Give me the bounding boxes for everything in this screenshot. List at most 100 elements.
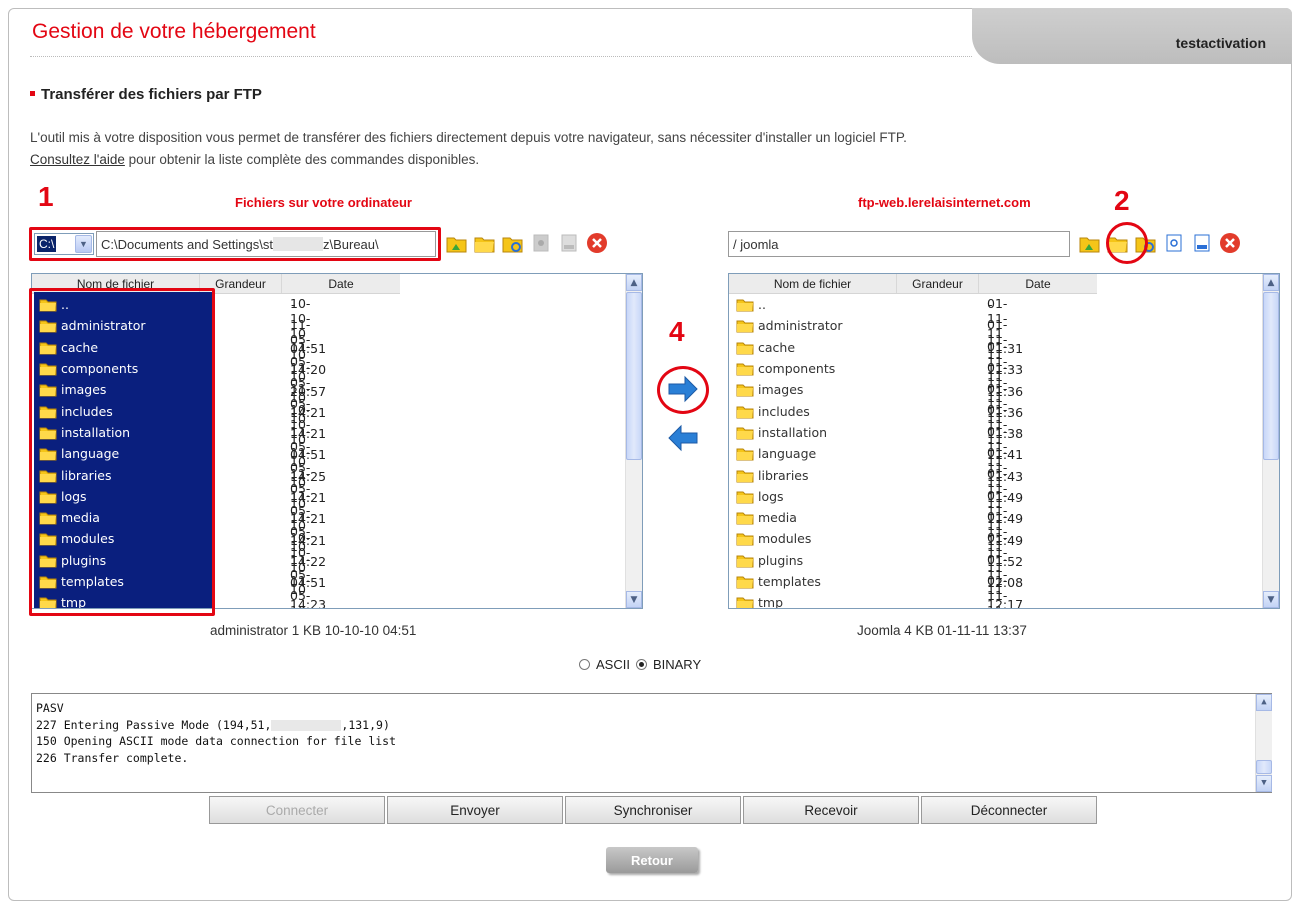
- list-item[interactable]: includes 01-11-11 11:38: [729, 381, 1023, 441]
- page-title: Gestion de votre hébergement: [32, 20, 316, 43]
- list-item[interactable]: modules 01-11-11 11:52: [729, 509, 1023, 569]
- remote-path-text: / joomla: [733, 236, 779, 252]
- remote-toolbar: [1078, 231, 1242, 255]
- file-name: templates: [758, 574, 821, 589]
- list-item[interactable]: cache 01-11-11 11:33: [729, 317, 1023, 377]
- column-date[interactable]: Date: [979, 274, 1097, 293]
- file-name: logs: [758, 488, 784, 504]
- connect-button: Connecter: [209, 796, 385, 824]
- sync-button[interactable]: Synchroniser: [565, 796, 741, 824]
- folder-icon: [736, 382, 754, 397]
- list-item[interactable]: tmp 01-11-11 12:17: [729, 573, 1007, 609]
- ftp-log[interactable]: PASV 227 Entering Passive Mode (194,51,,…: [31, 693, 1272, 793]
- column-name[interactable]: Nom de fichier: [729, 274, 897, 293]
- folder-icon: [736, 425, 754, 440]
- log-lines: PASV 227 Entering Passive Mode (194,51,,…: [36, 700, 396, 766]
- receive-button[interactable]: Recevoir: [743, 796, 919, 824]
- list-item[interactable]: media 01-11-11 11:49: [729, 488, 1023, 548]
- scroll-down-icon[interactable]: ▼: [1263, 591, 1279, 608]
- send-button[interactable]: Envoyer: [387, 796, 563, 824]
- binary-radio[interactable]: [635, 659, 647, 670]
- section-title-text: Transférer des fichiers par FTP: [41, 86, 262, 103]
- annotation-2: 2: [1114, 185, 1130, 216]
- list-item[interactable]: .. -: [729, 294, 993, 315]
- list-item[interactable]: plugins 01-11-11 12:08: [729, 530, 1023, 590]
- local-toolbar: [445, 231, 609, 255]
- log-line: PASV: [36, 701, 64, 715]
- log-line: 227 Entering Passive Mode (194,51, ,131,9…: [36, 717, 390, 732]
- scroll-down-icon[interactable]: ▼: [1256, 775, 1272, 792]
- view-icon[interactable]: [1162, 231, 1186, 255]
- file-name: cache: [758, 339, 796, 355]
- folder-icon: [736, 297, 754, 312]
- remote-scrollbar[interactable]: ▲ ▼: [1262, 274, 1279, 608]
- file-name: language: [758, 446, 817, 462]
- folder-icon: [736, 404, 754, 419]
- rename-icon[interactable]: [1190, 231, 1214, 255]
- file-name: ..: [758, 297, 766, 313]
- remote-file-list[interactable]: Nom de fichier Grandeur Date .. - administ…: [728, 273, 1280, 609]
- transfer-mode: ASCII BINARY: [579, 657, 701, 672]
- scroll-up-icon[interactable]: ▲: [626, 274, 642, 291]
- new-folder-icon[interactable]: [473, 231, 497, 255]
- folder-up-icon[interactable]: [445, 231, 469, 255]
- delete-icon[interactable]: [1218, 231, 1242, 255]
- folder-up-icon[interactable]: [1078, 231, 1102, 255]
- log-scrollbar[interactable]: ▲ ▼: [1255, 694, 1272, 792]
- remote-path-input[interactable]: / joomla: [728, 231, 1070, 257]
- scroll-thumb[interactable]: [1263, 292, 1279, 460]
- header-user-tab: testactivation: [972, 8, 1292, 64]
- file-name: tmp: [758, 595, 784, 609]
- local-scrollbar[interactable]: ▲ ▼: [625, 274, 642, 608]
- list-item[interactable]: images 01-11-11 11:36: [729, 360, 1023, 420]
- list-item[interactable]: components 01-11-11 11:36: [729, 339, 1023, 399]
- scroll-down-icon[interactable]: ▼: [626, 591, 642, 608]
- file-date: 11-05-10 14:23: [290, 572, 311, 608]
- scroll-up-icon[interactable]: ▲: [1263, 274, 1279, 291]
- list-item[interactable]: administrator 01-11-11 11:31: [729, 296, 1023, 356]
- file-name: installation: [758, 424, 828, 440]
- scroll-up-icon[interactable]: ▲: [1256, 694, 1272, 711]
- folder-icon: [736, 361, 754, 376]
- username: testactivation: [1175, 35, 1266, 51]
- binary-label: BINARY: [652, 657, 702, 672]
- ascii-radio[interactable]: [579, 659, 590, 670]
- scroll-thumb[interactable]: [626, 292, 642, 460]
- remote-status: Joomla 4 KB 01-11-11 13:37: [857, 623, 1027, 638]
- ip-mask: [271, 719, 342, 731]
- local-pane-label: Fichiers sur votre ordinateur: [235, 195, 412, 210]
- column-size[interactable]: Grandeur: [897, 274, 979, 293]
- list-item[interactable]: logs 01-11-11 11:49: [729, 466, 1023, 526]
- list-item[interactable]: libraries 01-11-11 11:49: [729, 445, 1023, 505]
- list-item[interactable]: templates 01-11-11 12:17: [729, 552, 1023, 608]
- file-name: modules: [758, 531, 812, 547]
- description-line1: L'outil mis à votre disposition vous per…: [30, 130, 907, 145]
- highlight-local-path: [29, 227, 441, 261]
- back-button[interactable]: Retour: [606, 847, 698, 873]
- download-arrow-icon[interactable]: [664, 422, 702, 454]
- help-link[interactable]: Consultez l'aide: [30, 152, 125, 167]
- folder-icon: [736, 531, 754, 546]
- log-line: 226 Transfer complete.: [36, 750, 189, 765]
- scroll-thumb[interactable]: [1256, 760, 1272, 774]
- header-divider: [30, 56, 972, 57]
- file-name: administrator: [758, 318, 843, 334]
- list-item[interactable]: language 01-11-11 11:43: [729, 424, 1023, 484]
- refresh-icon[interactable]: [501, 231, 525, 255]
- file-name: components: [758, 361, 836, 377]
- upload-arrow-icon[interactable]: [664, 373, 702, 405]
- log-line: 150 Opening ASCII mode data connection f…: [36, 734, 397, 748]
- highlight-selection: [29, 288, 215, 616]
- disconnect-button[interactable]: Déconnecter: [921, 796, 1097, 824]
- folder-icon: [736, 553, 754, 568]
- folder-icon: [736, 340, 754, 355]
- delete-icon[interactable]: [585, 231, 609, 255]
- column-date[interactable]: Date: [282, 274, 400, 293]
- list-item[interactable]: installation 01-11-11 11:41: [729, 402, 1023, 462]
- annotation-4: 4: [669, 316, 685, 347]
- remote-rows: .. - administrator 01-11-11 11:31 cache 01-11…: [729, 294, 1023, 609]
- description-line2: pour obtenir la liste complète des comma…: [124, 152, 480, 167]
- view-icon: [529, 231, 553, 255]
- bullet-icon: [30, 90, 35, 96]
- ascii-label: ASCII: [596, 657, 630, 672]
